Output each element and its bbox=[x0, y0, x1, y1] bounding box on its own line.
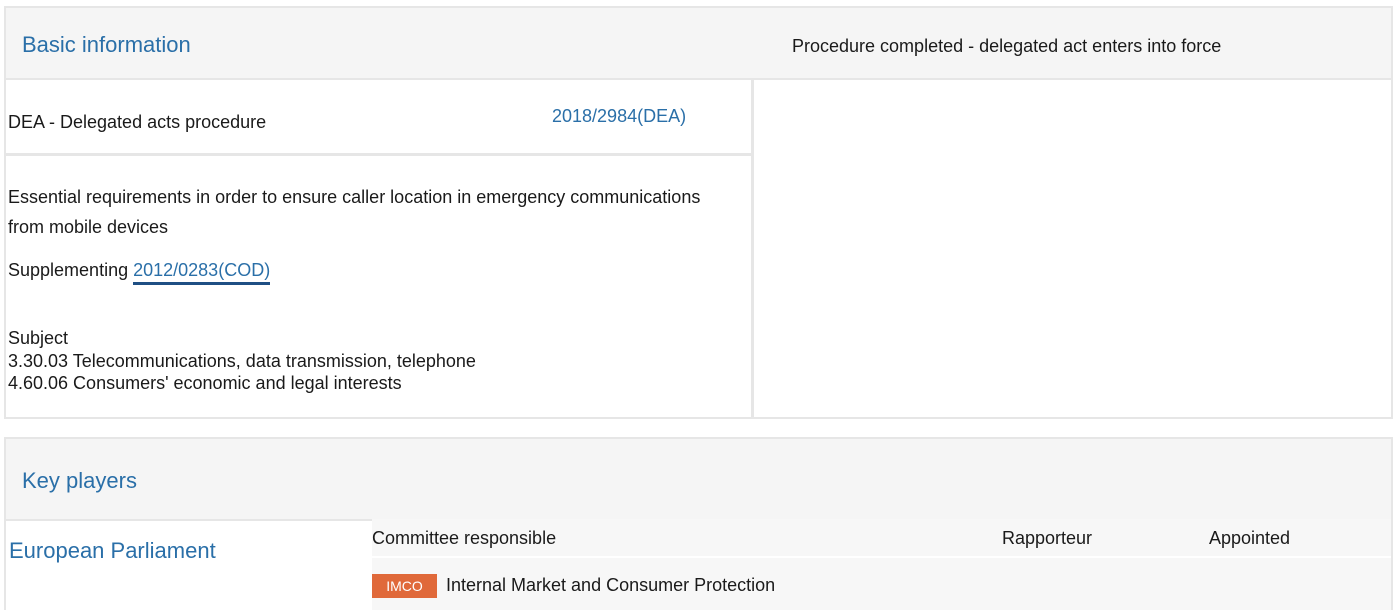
institution-european-parliament-link[interactable]: European Parliament bbox=[9, 538, 216, 564]
subject-label: Subject bbox=[8, 328, 69, 348]
column-header-appointed: Appointed bbox=[1209, 528, 1291, 548]
column-header-committee: Committee responsible bbox=[372, 528, 557, 548]
header-divider bbox=[372, 556, 1391, 558]
key-players-title: Key players bbox=[22, 468, 137, 493]
procedure-row: DEA - Delegated acts procedure 2018/2984… bbox=[6, 78, 751, 156]
subject-item: 4.60.06 Consumers' economic and legal in… bbox=[8, 373, 402, 393]
procedure-type: DEA - Delegated acts procedure bbox=[8, 112, 267, 132]
key-players-header: Key players bbox=[6, 439, 1391, 521]
committee-table: Committee responsible Rapporteur Appoint… bbox=[372, 519, 1391, 610]
procedure-reference-link[interactable]: 2018/2984(DEA) bbox=[552, 106, 686, 127]
basic-information-panel: Basic information DEA - Delegated acts p… bbox=[4, 6, 1393, 419]
supplementing-label: Supplementing bbox=[8, 260, 129, 280]
committee-name: Internal Market and Consumer Protection bbox=[446, 575, 776, 595]
supplementing-procedure-link[interactable]: 2012/0283(COD) bbox=[133, 260, 271, 285]
subject-list: 3.30.03 Telecommunications, data transmi… bbox=[8, 350, 476, 394]
key-players-panel: Key players European Parliament Committe… bbox=[4, 437, 1393, 610]
procedure-status: Procedure completed - delegated act ente… bbox=[792, 36, 1222, 56]
committee-code-badge: IMCO bbox=[372, 574, 437, 598]
procedure-details: DEA - Delegated acts procedure 2018/2984… bbox=[6, 78, 754, 417]
subject-item: 3.30.03 Telecommunications, data transmi… bbox=[8, 351, 476, 371]
procedure-title: Essential requirements in order to ensur… bbox=[8, 187, 701, 237]
basic-information-title: Basic information bbox=[22, 32, 191, 57]
column-header-rapporteur: Rapporteur bbox=[1002, 528, 1093, 548]
supplementing-line: Supplementing 2012/0283(COD) bbox=[8, 260, 271, 285]
